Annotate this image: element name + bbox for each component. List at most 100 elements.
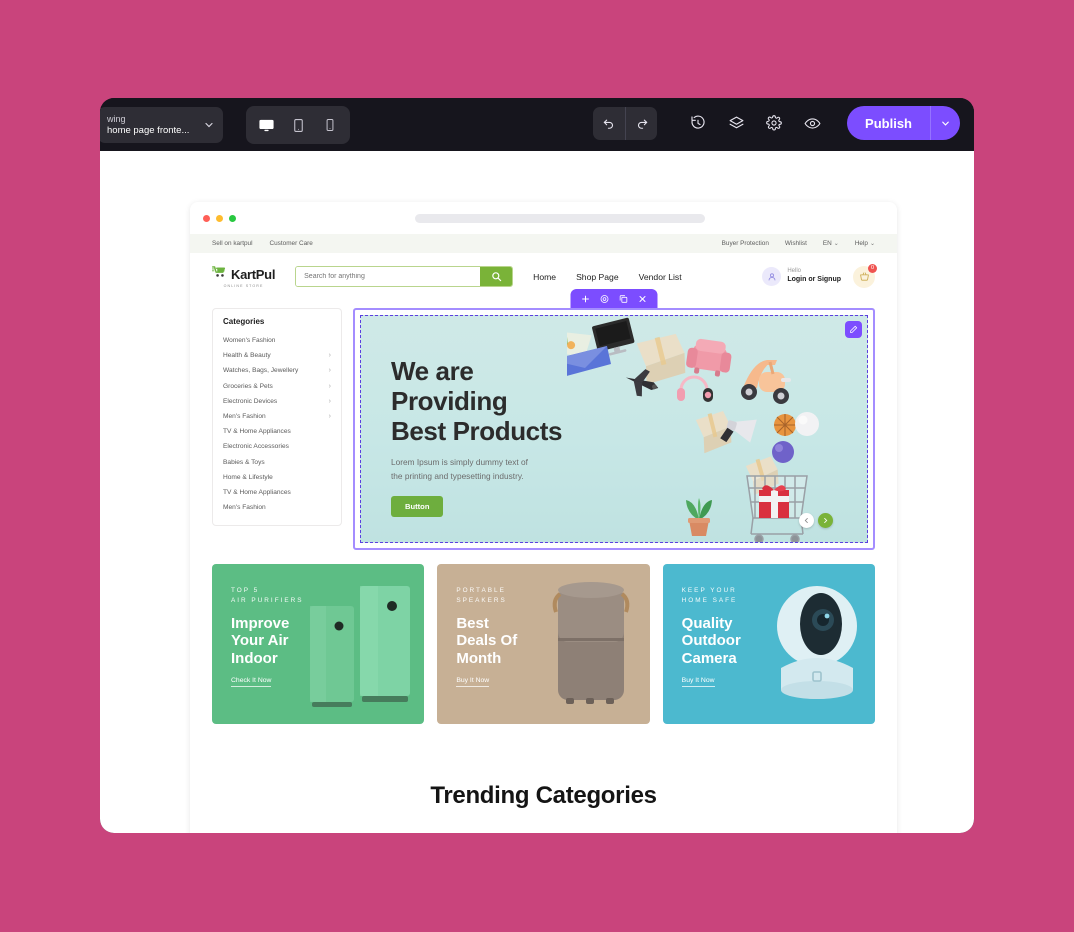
close-icon (639, 295, 646, 302)
hero-title-line2: Providing (391, 386, 508, 417)
device-desktop-button[interactable] (252, 111, 280, 139)
nav-item-vendor-list[interactable]: Vendor List (639, 272, 682, 282)
basket-icon (859, 272, 869, 281)
chevron-right-icon: › (328, 397, 331, 405)
duplicate-element-button[interactable] (619, 294, 629, 304)
category-item[interactable]: TV & Home Appliances (213, 424, 341, 439)
hero-title-line3: Best Products (391, 416, 563, 447)
promo-title-line1: Best (456, 614, 489, 632)
page-selector-dropdown[interactable]: wing home page fronte... (100, 107, 223, 143)
redo-button[interactable] (625, 106, 657, 140)
search-input[interactable] (296, 267, 481, 286)
logo-tagline: ONLINE STORE (223, 284, 264, 288)
layers-icon (729, 116, 743, 128)
chevron-left-icon (804, 518, 808, 523)
category-item[interactable]: Health & Beauty › (213, 348, 341, 363)
promo-cta-link[interactable]: Buy It Now (456, 677, 490, 688)
browser-chrome (190, 202, 897, 234)
device-mobile-button[interactable] (316, 111, 344, 139)
settings-button[interactable] (755, 104, 793, 142)
category-item[interactable]: Babies & Toys (213, 455, 341, 470)
category-item[interactable]: TV & Home Appliances (213, 485, 341, 500)
promo-kicker-line2: SPEAKERS (456, 596, 507, 604)
chevron-down-icon: ⌄ (833, 241, 839, 247)
promo-card[interactable]: KEEP YOUR HOME SAFE Quality Outdoor Came… (662, 564, 875, 724)
utility-link-buyer-protection[interactable]: Buyer Protection (722, 240, 769, 247)
utility-link-sell[interactable]: Sell on kartpul (212, 240, 253, 247)
promo-card[interactable]: PORTABLE SPEAKERS Best Deals Of Month Bu… (437, 564, 650, 724)
account-menu[interactable]: Hello Login or Signup (762, 267, 841, 286)
promo-kicker-line2: HOME SAFE (681, 596, 738, 604)
address-bar[interactable] (415, 213, 705, 223)
utility-link-wishlist[interactable]: Wishlist (785, 240, 807, 247)
carousel-prev-button[interactable] (799, 513, 814, 528)
promo-cta-link[interactable]: Buy It Now (681, 677, 715, 688)
category-item[interactable]: Electronic Devices › (213, 394, 341, 409)
publish-options-caret[interactable] (930, 106, 960, 140)
history-clock-icon (691, 115, 705, 129)
nav-item-shop-page[interactable]: Shop Page (576, 272, 619, 282)
cart-count-badge: 0 (868, 263, 877, 273)
gear-icon (600, 294, 609, 303)
utility-language-selector[interactable]: EN ⌄ (823, 240, 839, 247)
category-item[interactable]: Home & Lifestyle (213, 470, 341, 485)
device-tablet-button[interactable] (284, 111, 312, 139)
promo-cta-link[interactable]: Check It Now (231, 677, 272, 688)
category-item[interactable]: Men's Fashion (213, 500, 341, 515)
site-body: Categories Women's Fashion Health & Beau… (190, 289, 897, 810)
page-selector-status: wing (107, 113, 126, 124)
logo-wordmark: KartPul (231, 266, 276, 282)
add-element-button[interactable] (581, 294, 591, 304)
promo-kicker-line1: TOP 5 (231, 587, 260, 594)
editor-toolbar: wing home page fronte... Publish (100, 98, 974, 151)
site-preview-frame: Sell on kartpul Customer Care Buyer Prot… (190, 202, 897, 833)
nav-item-home[interactable]: Home (533, 272, 556, 282)
chevron-down-icon (942, 121, 949, 126)
publish-button[interactable]: Publish (847, 106, 930, 140)
undo-button[interactable] (593, 107, 625, 140)
copy-icon (619, 294, 628, 303)
category-item[interactable]: Women's Fashion (213, 333, 341, 348)
history-button[interactable] (679, 104, 717, 142)
element-settings-button[interactable] (600, 294, 610, 304)
hero-section-wrapper: We are Providing Best Products Lorem Ips… (353, 289, 875, 550)
page-builder-window: wing home page fronte... Publish Sell on… (100, 98, 974, 833)
promo-card[interactable]: TOP 5 AIR PURIFIERS Improve Your Air Ind… (212, 564, 425, 724)
chevron-right-icon: › (328, 367, 331, 375)
carousel-next-button[interactable] (818, 513, 833, 528)
cart-widget[interactable]: 0 (853, 263, 877, 288)
promo-title-line3: Month (456, 649, 502, 667)
layers-button[interactable] (717, 104, 755, 142)
chevron-down-icon: ⌄ (869, 241, 875, 247)
eye-icon (804, 117, 821, 129)
hero-banner[interactable]: We are Providing Best Products Lorem Ips… (360, 315, 868, 543)
promo-title-line2: Outdoor (681, 632, 741, 650)
promo-title-line3: Camera (681, 649, 737, 667)
category-item[interactable]: Watches, Bags, Jewellery › (213, 363, 341, 378)
account-login-link[interactable]: Login or Signup (787, 276, 841, 285)
site-logo[interactable]: KartPul ONLINE STORE (211, 265, 276, 288)
hero-cta-button[interactable]: Button (391, 496, 444, 517)
category-item[interactable]: Electronic Accessories (213, 439, 341, 454)
promo-kicker-line2: AIR PURIFIERS (231, 596, 304, 604)
utility-link-customer-care[interactable]: Customer Care (270, 240, 313, 247)
preview-button[interactable] (793, 104, 831, 142)
user-icon (768, 272, 776, 280)
site-search (295, 266, 514, 287)
edit-section-button[interactable] (845, 321, 862, 338)
remove-element-button[interactable] (638, 294, 648, 304)
site-utility-bar: Sell on kartpul Customer Care Buyer Prot… (190, 234, 897, 253)
selected-section-outline[interactable]: We are Providing Best Products Lorem Ips… (353, 308, 875, 550)
category-item[interactable]: Men's Fashion › (213, 409, 341, 424)
promo-title-line1: Quality (681, 614, 733, 632)
category-item[interactable]: Groceries & Pets › (213, 379, 341, 394)
account-greeting: Hello (787, 268, 802, 275)
promo-title-line2: Deals Of (456, 632, 518, 650)
gear-icon (766, 115, 782, 131)
page-selector-name: home page fronte... (107, 124, 190, 136)
promo-kicker-line1: PORTABLE (456, 587, 506, 594)
utility-help-menu[interactable]: Help ⌄ (855, 240, 875, 247)
search-button[interactable] (480, 267, 513, 286)
device-preview-toggle (246, 106, 350, 144)
window-traffic-lights (203, 214, 236, 222)
